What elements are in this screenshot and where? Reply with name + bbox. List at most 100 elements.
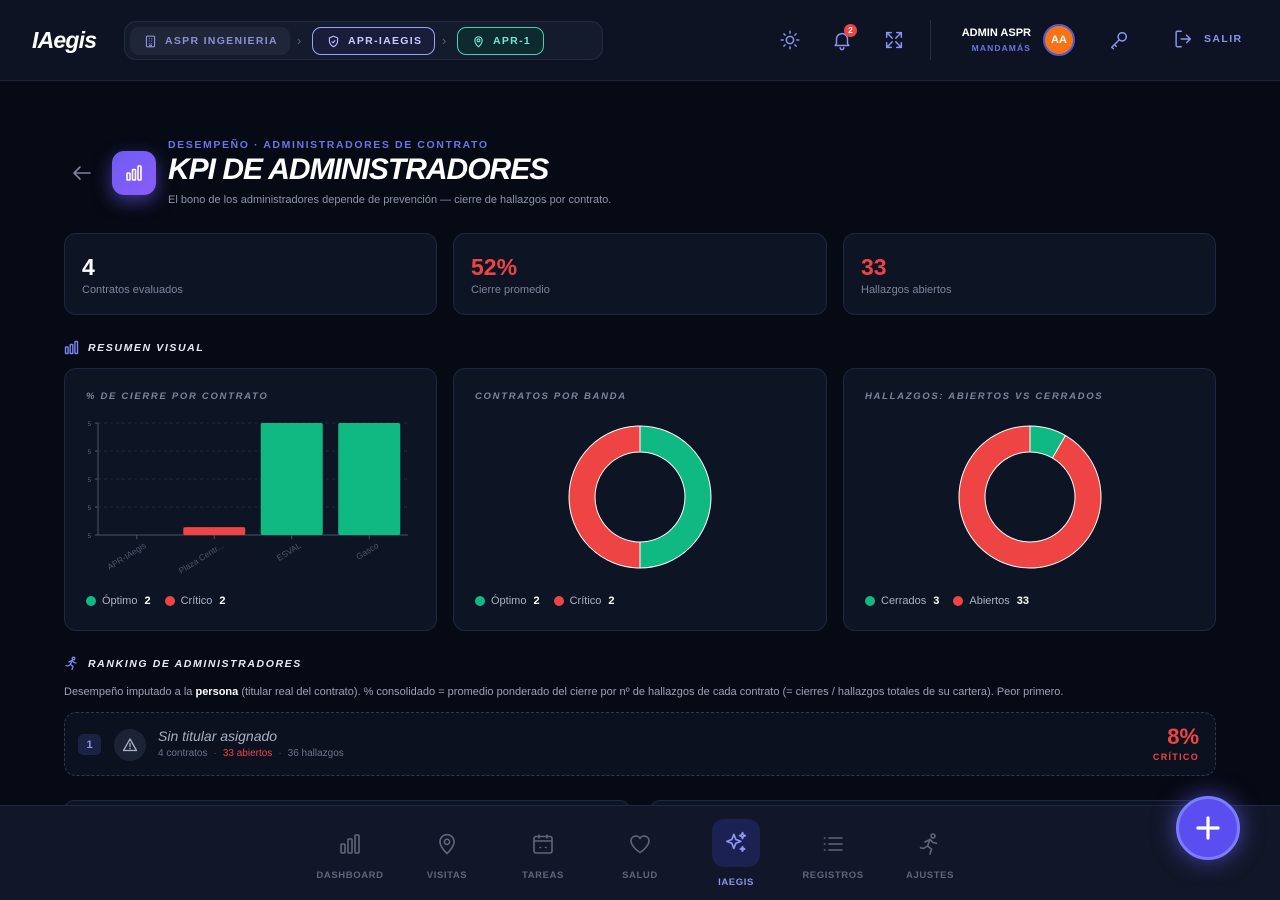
breadcrumb: ASPR INGENIERIA › APR-IAEGIS › APR-1 [124, 21, 603, 60]
back-arrow-icon[interactable] [70, 162, 94, 184]
bar [338, 423, 401, 535]
legend-dot-green [475, 596, 485, 606]
ranking-row[interactable]: 1 Sin titular asignado 4 contratos · 33 ab… [64, 712, 1216, 776]
app-logo[interactable]: IAegis [32, 27, 97, 54]
nav-dashboard[interactable]: DASHBOARD [302, 806, 398, 881]
shield-icon [328, 35, 339, 47]
page-title: KPI DE ADMINISTRADORES [168, 153, 549, 186]
y-tick-label: 5 [88, 478, 92, 484]
map-pin-icon [474, 35, 483, 48]
chart-legend: Óptimo 2 Crítico 2 [475, 595, 629, 607]
legend-dot-red [164, 596, 175, 606]
nav-label: VISITAS [426, 870, 468, 881]
donut-slice [568, 425, 641, 569]
rank-percent: 8% [1167, 724, 1199, 749]
nav-label: REGISTROS [802, 870, 864, 881]
bar-chart-icon [64, 340, 79, 355]
legend-label: Crítico [180, 595, 213, 607]
breadcrumb-site[interactable]: APR-1 [457, 27, 545, 55]
legend-count: 2 [608, 595, 615, 607]
nav-label: IAEGIS [718, 877, 754, 888]
section-ranking: RANKING DE ADMINISTRADORES [64, 656, 302, 671]
warning-icon [122, 738, 138, 752]
bar [183, 527, 246, 535]
findings-donut-chart [958, 425, 1102, 569]
chevron-right-icon: › [442, 33, 447, 48]
chevron-right-icon: › [297, 33, 302, 48]
logout-label: SALIR [1204, 33, 1243, 45]
bar [260, 423, 323, 535]
chart-legend: Óptimo 2 Crítico 2 [86, 595, 240, 607]
breadcrumb-company[interactable]: ASPR INGENIERIA [130, 27, 290, 55]
bar-chart-icon [340, 834, 360, 854]
breadcrumb-label: ASPR INGENIERIA [165, 35, 278, 47]
x-tick-label: Gasco [354, 540, 380, 562]
rank-name: Sin titular asignado [158, 728, 278, 744]
stat-value: 4 [82, 254, 95, 280]
x-tick-label: ESVAL [275, 540, 303, 563]
building-icon [145, 35, 156, 47]
closure-bar-chart: 5 5 5 5 5 APR-IAegis Plaza Centr... ESVAL Gasco [88, 422, 408, 576]
y-tick-label: 5 [88, 422, 92, 428]
top-bar: IAegis ASPR INGENIERIA › APR-IAEGIS › AP… [0, 0, 1280, 81]
logout-button[interactable]: SALIR [1172, 28, 1243, 50]
y-tick-label: 5 [88, 506, 92, 512]
legend-count: 3 [933, 595, 940, 607]
nav-ajustes[interactable]: AJUSTES [882, 806, 978, 881]
bands-donut-chart [568, 425, 712, 569]
breadcrumb-project[interactable]: APR-IAEGIS [312, 27, 436, 55]
stat-value: 33 [861, 254, 887, 280]
list-icon [823, 837, 843, 851]
chart-card-bands: CONTRATOS POR BANDA Óptimo 2 Crítico 2 [453, 368, 827, 631]
legend-count: 2 [144, 595, 151, 607]
fullscreen-button[interactable] [881, 27, 907, 53]
x-tick-label: APR-IAegis [105, 540, 148, 572]
nav-salud[interactable]: SALUD [592, 806, 688, 881]
legend-label: Crítico [569, 595, 602, 607]
expand-icon [885, 31, 903, 49]
legend-count: 2 [533, 595, 540, 607]
ranking-desc-text: Desempeño imputado a la [64, 686, 196, 698]
change-password-button[interactable] [1106, 27, 1132, 53]
rank-avatar [114, 729, 146, 761]
rank-contracts: 4 contratos [158, 748, 208, 759]
chart-card-closure: % DE CIERRE POR CONTRATO 5 5 5 5 5 APR-IAegis… [64, 368, 437, 631]
y-tick-label: 5 [88, 534, 92, 540]
breadcrumb-label: APR-IAEGIS [348, 35, 423, 47]
notifications-button[interactable]: 2 [829, 24, 857, 53]
breadcrumb-label: APR-1 [493, 35, 532, 47]
chart-card-findings: HALLAZGOS: ABIERTOS VS CERRADOS Cerrados… [843, 368, 1216, 631]
nav-label: AJUSTES [905, 870, 955, 881]
nav-tareas[interactable]: TAREAS [495, 806, 591, 881]
legend-label: Abiertos [969, 595, 1010, 607]
nav-visitas[interactable]: VISITAS [399, 806, 495, 881]
legend-label: Óptimo [491, 595, 527, 607]
ranking-desc-emphasis: persona [195, 686, 239, 698]
y-tick-label: 5 [88, 450, 92, 456]
ranking-desc-text: (titular real del contrato). % consolida… [238, 686, 1064, 698]
add-button[interactable] [1176, 796, 1240, 860]
separator-dot: · [278, 748, 282, 759]
nav-iaegis[interactable]: IAEGIS [688, 806, 784, 888]
stat-label: Contratos evaluados [82, 284, 183, 296]
page-description: El bono de los administradores depende d… [168, 194, 612, 206]
section-visual-summary: RESUMEN VISUAL [64, 340, 204, 355]
header-divider [930, 20, 931, 60]
nav-registros[interactable]: REGISTROS [785, 806, 881, 881]
legend-dot-green [86, 596, 96, 606]
legend-dot-red [553, 596, 564, 606]
user-name: ADMIN ASPR [961, 27, 1031, 39]
sparkles-icon [725, 831, 747, 852]
stat-card-contracts: 4 Contratos evaluados [64, 233, 437, 315]
kpi-title-icon [112, 151, 156, 195]
legend-dot-green [865, 596, 875, 606]
rank-meta: 4 contratos · 33 abiertos · 36 hallazgos [158, 748, 344, 759]
logout-icon [1175, 30, 1192, 48]
legend-dot-red [953, 596, 964, 606]
theme-toggle-button[interactable] [777, 27, 803, 53]
calendar-icon [533, 834, 553, 854]
stat-label: Hallazgos abiertos [861, 284, 952, 296]
runner-icon [919, 833, 938, 855]
legend-label: Cerrados [881, 595, 927, 607]
avatar[interactable]: AA [1043, 24, 1075, 56]
